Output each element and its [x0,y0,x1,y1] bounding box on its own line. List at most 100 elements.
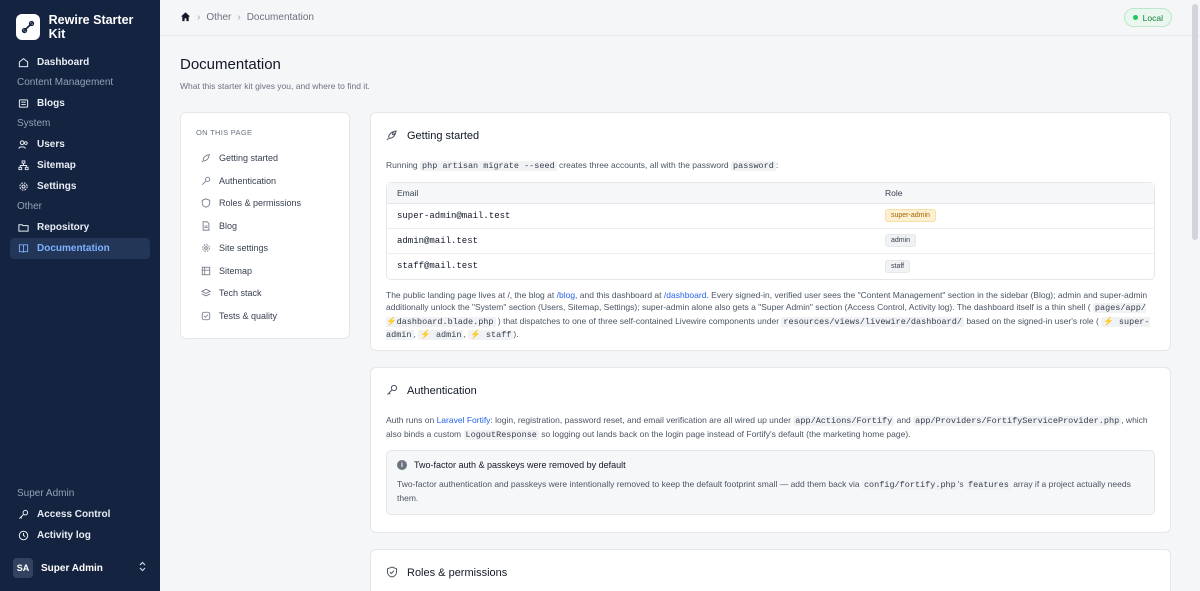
environment-label: Local [1142,12,1163,23]
sidebar-section-super-admin: Super Admin [0,484,160,504]
chevron-up-down-icon [138,561,147,575]
sidebar-section-system: System [0,114,160,134]
sidebar-item-users[interactable]: Users [10,134,150,155]
section-title: Roles & permissions [407,567,508,579]
status-dot-icon [1132,15,1138,20]
topbar: › Other › Documentation Local [160,0,1200,36]
role-cell: super-admin [875,204,1154,229]
accounts-table: Email Role super-admin@mail.test super-ad… [386,181,1155,280]
breadcrumb-item[interactable]: Other [206,12,231,23]
sidebar-item-documentation[interactable]: Documentation [10,238,150,259]
text: The public landing page lives at /, the … [386,289,555,300]
table-of-contents: ON THIS PAGE Getting started Authenticati… [180,112,350,339]
breadcrumb-item-current: Documentation [246,12,314,23]
users-icon [18,139,29,150]
sidebar-item-label: Sitemap [37,160,76,171]
shield-check-icon [386,565,398,581]
text: Two-factor authentication and passkeys w… [397,479,860,489]
toc-item-blog[interactable]: Blog [196,215,334,238]
user-menu[interactable]: SA Super Admin [10,556,150,580]
section-title: Getting started [407,130,480,142]
sidebar-item-label: Users [37,139,65,150]
text: 's [957,479,964,489]
sidebar-item-settings[interactable]: Settings [10,176,150,197]
list-icon [18,98,29,109]
toc-item-sitemap[interactable]: Sitemap [196,260,334,283]
sidebar-section-content-management: Content Management [0,73,160,93]
home-icon[interactable] [180,11,191,25]
toc-item-label: Blog [219,220,238,231]
code-snippet: app/Providers/FortifyServiceProvider.php [913,416,1122,426]
section-header: Getting started [386,113,1155,159]
sidebar-item-blogs[interactable]: Blogs [10,93,150,114]
brand-logo-icon [16,14,40,40]
sidebar-nav-super-admin: Super Admin Access Control Activity log [0,484,160,546]
text: : [775,160,779,170]
toc-item-tests-quality[interactable]: Tests & quality [196,305,334,328]
email-cell: admin@mail.test [387,229,875,254]
role-badge: super-admin [885,209,936,222]
fortify-link[interactable]: Laravel Fortify [437,415,491,425]
environment-badge: Local [1123,8,1172,27]
text: ). [513,329,519,339]
sidebar-item-access-control[interactable]: Access Control [10,504,150,525]
sidebar-nav: Dashboard Content Management Blogs System Us… [0,52,160,259]
brand[interactable]: Rewire Starter Kit [0,0,160,54]
role-badge: admin [885,234,917,247]
toc-item-tech-stack[interactable]: Tech stack [196,282,334,305]
shield-check-icon [201,198,211,208]
blog-link[interactable]: /blog [557,290,575,300]
text: based on the signed-in user's role ( [966,315,1099,326]
toc-item-roles-permissions[interactable]: Roles & permissions [196,192,334,215]
code-snippet: ⚡ admin [418,330,464,340]
home-icon [18,57,29,68]
toc-item-label: Tests & quality [219,310,278,321]
text: , and this dashboard at [575,289,662,300]
scrollbar[interactable] [1192,4,1198,240]
section-title: Authentication [407,385,477,397]
sidebar: Rewire Starter Kit Dashboard Content Mana… [0,0,160,591]
toc-item-site-settings[interactable]: Site settings [196,237,334,260]
intro-text: Running php artisan migrate --seed creat… [386,159,1155,173]
sidebar-item-repository[interactable]: Repository [10,217,150,238]
sidebar-item-label: Documentation [37,243,110,254]
callout-title: Two-factor auth & passkeys were removed … [414,460,626,470]
role-cell: admin [875,229,1154,254]
role-badge: staff [885,259,911,273]
info-icon: i [397,460,407,470]
gear-icon [201,243,211,253]
column-header: Role [875,182,1154,204]
avatar: SA [13,558,33,578]
toc-item-getting-started[interactable]: Getting started [196,147,334,170]
sidebar-item-label: Repository [37,222,90,233]
bolt-icon: ⚡ [470,330,481,340]
chevron-right-icon: › [237,12,241,23]
sidebar-section-label: Other [17,201,43,212]
rocket-icon [386,129,398,144]
code-snippet: app/Actions/Fortify [793,416,895,426]
page-title: Documentation [180,56,281,73]
text: : login, registration, password reset, a… [490,415,791,425]
text: so logging out lands back on the login p… [541,428,911,439]
sidebar-section-label: Content Management [17,77,114,88]
callout-header: i Two-factor auth & passkeys were remove… [397,460,1144,470]
gear-icon [18,181,29,192]
toc-item-authentication[interactable]: Authentication [196,170,334,193]
bolt-icon: ⚡ [1103,316,1114,327]
toc-item-label: Getting started [219,153,279,164]
dashboard-link[interactable]: /dashboard [664,290,707,300]
info-callout: i Two-factor auth & passkeys were remove… [386,450,1155,515]
sidebar-item-sitemap[interactable]: Sitemap [10,155,150,176]
section-authentication: Authentication Auth runs on Laravel Fort… [370,367,1171,533]
layers-icon [201,288,211,298]
sidebar-item-dashboard[interactable]: Dashboard [10,52,150,73]
code-snippet: features [966,480,1011,490]
toc-item-label: Tech stack [219,288,262,299]
toc-title: ON THIS PAGE [196,128,253,137]
code-snippet: resources/views/livewire/dashboard/ [781,316,964,327]
toc-item-label: Sitemap [219,265,253,276]
key-icon [386,384,398,399]
sidebar-item-activity-log[interactable]: Activity log [10,525,150,546]
check-circle-icon [201,311,211,321]
section-roles-permissions: Roles & permissions [370,549,1171,591]
